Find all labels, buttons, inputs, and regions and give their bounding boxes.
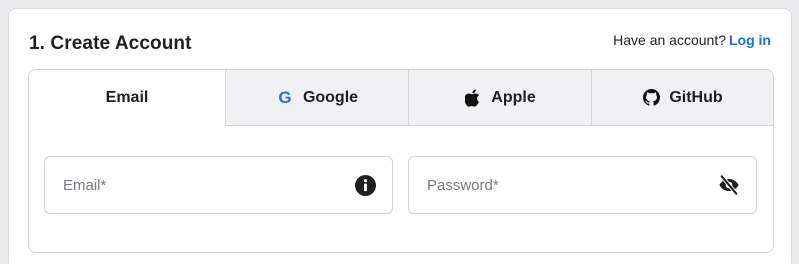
email-field (44, 156, 393, 214)
create-account-card: 1. Create Account Have an account? Log in… (8, 8, 792, 264)
tab-email-label: Email (105, 88, 149, 106)
password-field (408, 156, 757, 214)
tab-github[interactable]: GitHub (591, 70, 773, 126)
apple-icon (464, 89, 482, 107)
tab-google[interactable]: G Google (225, 70, 408, 126)
email-input[interactable] (63, 157, 333, 213)
tab-google-label: Google (302, 88, 359, 106)
github-icon (642, 89, 660, 107)
password-input[interactable] (427, 157, 697, 213)
have-account-prompt: Have an account? Log in (613, 32, 771, 48)
tab-email[interactable]: Email (29, 70, 225, 126)
signup-method-tabs: Email G Google Apple GitHub (29, 70, 773, 126)
eye-slash-icon[interactable] (718, 174, 740, 196)
signup-panel: Email G Google Apple GitHub Email* (28, 69, 774, 253)
login-link[interactable]: Log in (729, 32, 771, 48)
google-icon: G (278, 87, 292, 107)
info-icon[interactable] (354, 174, 376, 196)
have-account-text: Have an account? (613, 32, 726, 48)
tab-apple-label: Apple (491, 88, 536, 106)
page-title: 1. Create Account (29, 33, 192, 54)
tab-github-label: GitHub (669, 88, 723, 106)
tab-apple[interactable]: Apple (408, 70, 591, 126)
